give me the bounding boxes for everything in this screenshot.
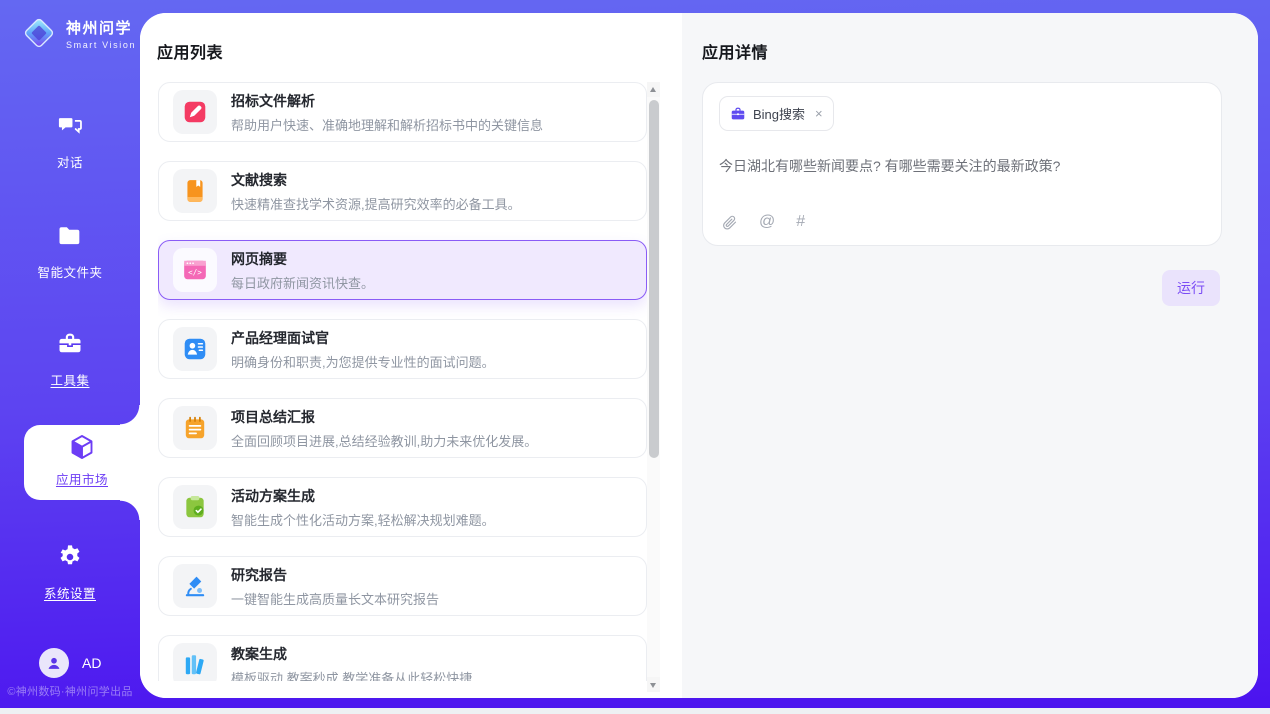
app-detail-panel: 应用详情 Bing搜索 × 今日湖北有哪些新闻要点? 有哪些需要关注的最新政策? — [682, 13, 1258, 698]
clipboard-check-icon — [173, 485, 217, 529]
briefcase-icon — [730, 106, 746, 122]
tool-chip-label: Bing搜索 — [753, 104, 805, 123]
prompt-toolbar: @ # — [721, 213, 805, 231]
sidebar-item-settings[interactable]: 系统设置 — [0, 543, 140, 602]
app-name: 研究报告 — [231, 565, 439, 585]
diamond-logo-icon — [20, 14, 58, 52]
close-icon[interactable]: × — [815, 107, 823, 120]
avatar — [39, 648, 69, 678]
prompt-card: Bing搜索 × 今日湖北有哪些新闻要点? 有哪些需要关注的最新政策? @ # — [702, 82, 1222, 246]
copyright-text: ©神州数码·神州问学出品 — [0, 683, 140, 699]
active-tab-curve-bottom — [120, 500, 140, 520]
active-tab-curve-top — [120, 405, 140, 425]
brand-logo: 神州问学 Smart Vision — [20, 14, 136, 52]
sidebar-item-label: 系统设置 — [0, 583, 140, 602]
brand-tagline: Smart Vision — [66, 40, 136, 50]
mention-icon[interactable]: @ — [759, 213, 775, 231]
app-list-item[interactable]: 活动方案生成 智能生成个性化活动方案,轻松解决规划难题。 — [158, 477, 647, 537]
app-description: 明确身份和职责,为您提供专业性的面试问题。 — [231, 352, 495, 371]
app-description: 模板驱动,教案秒成,教学准备从此轻松快捷 — [231, 668, 472, 682]
cube-icon — [67, 432, 97, 462]
app-description: 智能生成个性化活动方案,轻松解决规划难题。 — [231, 510, 495, 529]
app-name: 活动方案生成 — [231, 486, 495, 506]
app-list-item[interactable]: 研究报告 一键智能生成高质量长文本研究报告 — [158, 556, 647, 616]
sidebar-item-toolset[interactable]: 工具集 — [0, 330, 140, 389]
sidebar-item-chat[interactable]: 对话 — [0, 112, 140, 171]
scroll-down-icon[interactable] — [647, 677, 660, 692]
app-name: 文献搜索 — [231, 170, 521, 190]
tool-chip-bing-search[interactable]: Bing搜索 × — [719, 96, 834, 131]
person-icon — [44, 653, 64, 673]
scrollbar-thumb[interactable] — [649, 100, 659, 458]
note-icon — [173, 406, 217, 450]
chat-icon — [56, 112, 84, 140]
app-name: 项目总结汇报 — [231, 407, 537, 427]
svg-text:</>: </> — [188, 268, 202, 277]
app-detail-title: 应用详情 — [702, 39, 768, 63]
app-description: 每日政府新闻资讯快查。 — [231, 273, 374, 292]
sidebar-item-label: 智能文件夹 — [0, 262, 140, 281]
app-name: 招标文件解析 — [231, 91, 543, 111]
app-list-item[interactable]: 项目总结汇报 全面回顾项目进展,总结经验教训,助力未来优化发展。 — [158, 398, 647, 458]
paperclip-icon[interactable] — [721, 214, 738, 231]
app-description: 快速精准查找学术资源,提高研究效率的必备工具。 — [231, 194, 521, 213]
app-description: 一键智能生成高质量长文本研究报告 — [231, 589, 439, 608]
interview-icon — [173, 327, 217, 371]
books-icon — [173, 643, 217, 681]
scroll-up-icon[interactable] — [647, 82, 660, 97]
app-name: 网页摘要 — [231, 249, 374, 269]
research-icon — [173, 564, 217, 608]
sidebar-item-label: 应用市场 — [24, 469, 140, 488]
app-frame: 神州问学 Smart Vision 对话 智能文件夹 工具集 应用市场 — [0, 0, 1270, 708]
prompt-input[interactable]: 今日湖北有哪些新闻要点? 有哪些需要关注的最新政策? — [719, 157, 1205, 177]
browser-code-icon: </> — [173, 248, 217, 292]
app-list-item[interactable]: 招标文件解析 帮助用户快速、准确地理解和解析招标书中的关键信息 — [158, 82, 647, 142]
app-list-panel: 应用列表 招标文件解析 帮助用户快速、准确地理解和解析招标书中的关键信息 文献搜… — [140, 13, 682, 698]
sidebar-item-label: 对话 — [0, 152, 140, 171]
app-name: 教案生成 — [231, 644, 472, 664]
app-name: 产品经理面试官 — [231, 328, 495, 348]
app-list-item[interactable]: </> 网页摘要 每日政府新闻资讯快查。 — [158, 240, 647, 300]
app-list-item[interactable]: 文献搜索 快速精准查找学术资源,提高研究效率的必备工具。 — [158, 161, 647, 221]
main-window: 应用列表 招标文件解析 帮助用户快速、准确地理解和解析招标书中的关键信息 文献搜… — [140, 13, 1258, 698]
toolbox-icon — [56, 330, 84, 358]
topic-icon[interactable]: # — [796, 213, 805, 231]
user-account[interactable]: AD — [39, 648, 101, 678]
user-name: AD — [82, 655, 101, 671]
app-description: 全面回顾项目进展,总结经验教训,助力未来优化发展。 — [231, 431, 537, 450]
app-list-item[interactable]: 教案生成 模板驱动,教案秒成,教学准备从此轻松快捷 — [158, 635, 647, 681]
app-list: 招标文件解析 帮助用户快速、准确地理解和解析招标书中的关键信息 文献搜索 快速精… — [158, 82, 647, 681]
gear-icon — [56, 543, 84, 571]
book-icon — [173, 169, 217, 213]
folder-icon — [56, 222, 84, 250]
run-button[interactable]: 运行 — [1162, 270, 1220, 306]
app-list-title: 应用列表 — [157, 39, 223, 63]
app-description: 帮助用户快速、准确地理解和解析招标书中的关键信息 — [231, 115, 543, 134]
brand-name: 神州问学 — [66, 17, 136, 38]
sidebar-item-app-market[interactable]: 应用市场 — [24, 425, 140, 500]
app-list-item[interactable]: 产品经理面试官 明确身份和职责,为您提供专业性的面试问题。 — [158, 319, 647, 379]
doc-edit-icon — [173, 90, 217, 134]
sidebar-item-label: 工具集 — [0, 370, 140, 389]
scrollbar[interactable] — [647, 82, 660, 692]
sidebar-item-smart-folder[interactable]: 智能文件夹 — [0, 222, 140, 281]
